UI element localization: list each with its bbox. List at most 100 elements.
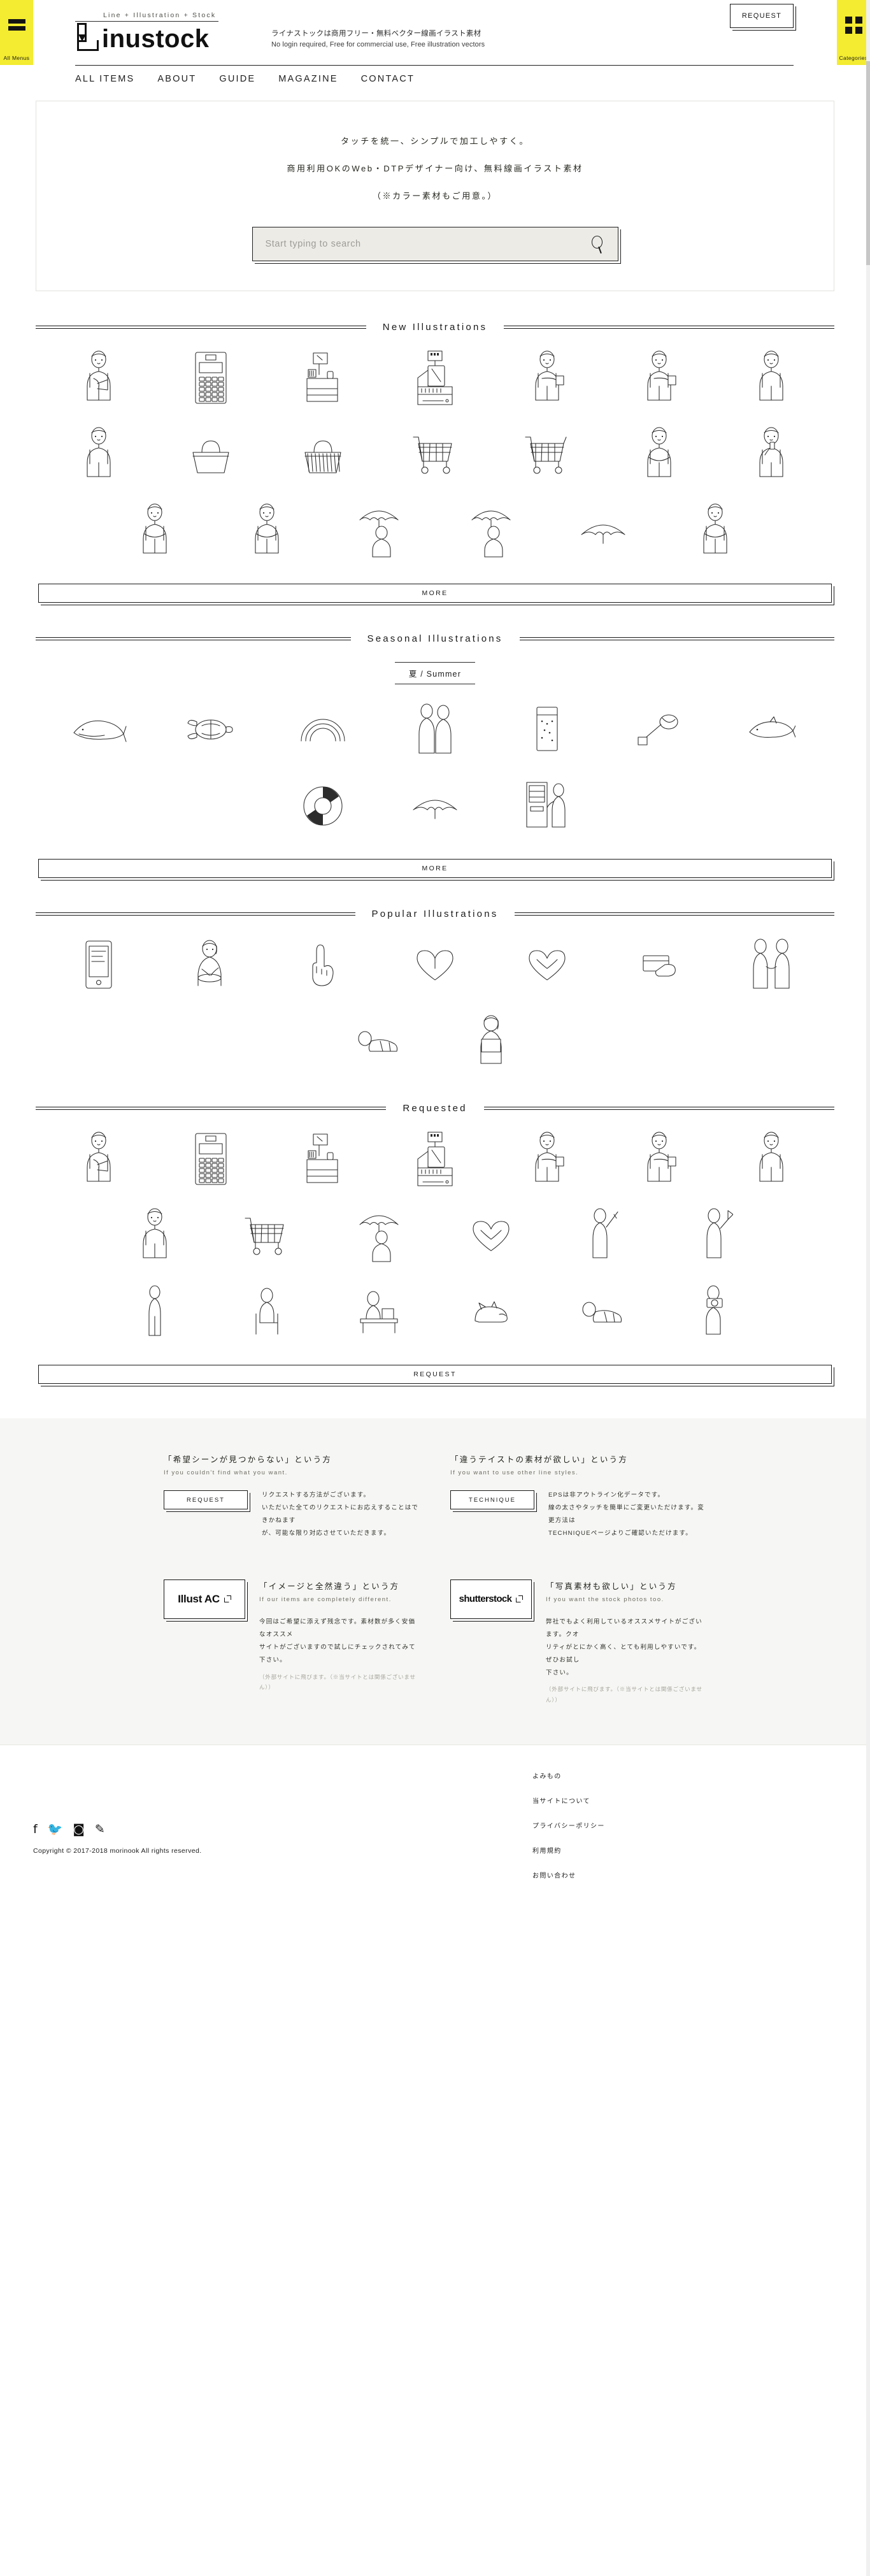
- illustration-person-crouching[interactable]: [659, 500, 771, 562]
- illustration-lifebuoy[interactable]: [267, 775, 379, 837]
- logo-tagline: Line + Illustration + Stock: [75, 11, 218, 22]
- illustration-woman-holding-card[interactable]: [603, 347, 715, 409]
- all-menus-rail[interactable]: All Menus: [0, 0, 33, 65]
- illustration-person-with-flag[interactable]: [659, 1204, 771, 1267]
- illustration-woman-arms-crossed[interactable]: [99, 500, 211, 562]
- illustration-person-standing-tall[interactable]: [99, 1281, 211, 1343]
- illustration-man-holding-card[interactable]: [491, 1128, 603, 1190]
- illustration-hand-holding-card[interactable]: [603, 933, 715, 996]
- illustration-woman-with-umbrella[interactable]: [323, 500, 435, 562]
- illustration-whale[interactable]: [43, 698, 155, 761]
- hero-search-panel: タッチを統一、シンプルで加工しやすく。 商用利用OKのWeb・DTPデザイナー向…: [36, 101, 834, 291]
- footer-link-privacy[interactable]: プライバシーポリシー: [532, 1820, 605, 1830]
- scrollbar-thumb[interactable]: [866, 61, 870, 265]
- illustration-woman-standing[interactable]: [99, 1204, 211, 1267]
- section-request-button[interactable]: REQUEST: [38, 1365, 832, 1384]
- illustration-person-with-cart[interactable]: [211, 1204, 323, 1267]
- illustration-shopping-basket-wire[interactable]: [267, 423, 379, 486]
- illustration-vending-machine-person[interactable]: [491, 775, 603, 837]
- illustration-row: [0, 996, 870, 1072]
- illustration-man-holding-card[interactable]: [491, 347, 603, 409]
- nav-item-magazine[interactable]: MAGAZINE: [278, 74, 338, 84]
- illustration-beach-parasol[interactable]: [547, 500, 659, 562]
- illustration-man-standing-hands-front[interactable]: [715, 1128, 827, 1190]
- illustration-sleeping-cat[interactable]: [435, 1281, 547, 1343]
- illustration-person-at-desk[interactable]: [323, 1281, 435, 1343]
- illustration-person-with-camera[interactable]: [659, 1281, 771, 1343]
- illustration-woman-thinking[interactable]: [603, 423, 715, 486]
- illustration-rainbow[interactable]: [267, 698, 379, 761]
- illustration-woman-holding-sign[interactable]: [435, 1010, 547, 1072]
- illustration-man-standing-hands-front[interactable]: [715, 347, 827, 409]
- twitter-icon[interactable]: 🐦: [48, 1823, 63, 1836]
- illustration-pos-terminal-small[interactable]: [267, 347, 379, 409]
- illustration-heart-hands-two[interactable]: [435, 1204, 547, 1267]
- header-request-button[interactable]: REQUEST: [730, 4, 794, 28]
- illustration-beach-parasol[interactable]: [379, 775, 491, 837]
- illustration-hand-pointing[interactable]: [267, 933, 379, 996]
- shutterstock-link-button[interactable]: shutterstock: [450, 1579, 532, 1619]
- illustration-person-with-umbrella[interactable]: [323, 1204, 435, 1267]
- section-more-button[interactable]: MORE: [38, 584, 832, 603]
- illustration-tablet-device[interactable]: [43, 933, 155, 996]
- footer-link-contact[interactable]: お問い合わせ: [532, 1870, 605, 1880]
- illustration-shaved-ice-bag[interactable]: [491, 698, 603, 761]
- hamburger-icon[interactable]: [8, 17, 25, 33]
- section-requested: Requested REQUEST: [0, 1103, 870, 1384]
- illustration-heart-hands-two[interactable]: [491, 933, 603, 996]
- magnifier-icon[interactable]: [590, 234, 606, 254]
- illustration-shopping-cart[interactable]: [379, 423, 491, 486]
- nav-item-about[interactable]: ABOUT: [157, 74, 196, 84]
- nav-item-contact[interactable]: CONTACT: [361, 74, 415, 84]
- cta-technique-button[interactable]: TECHNIQUE: [450, 1490, 534, 1509]
- illustration-woman-thinking-pose[interactable]: [211, 500, 323, 562]
- section-rule-left: [36, 326, 366, 329]
- illustration-couple-yukata[interactable]: [379, 698, 491, 761]
- illustration-person-lying-down[interactable]: [323, 1010, 435, 1072]
- page-scrollbar[interactable]: [866, 0, 870, 2576]
- footer-link-terms[interactable]: 利用規約: [532, 1845, 605, 1855]
- section-more-button[interactable]: MORE: [38, 859, 832, 878]
- illustration-person-with-umbrella[interactable]: [435, 500, 547, 562]
- site-logo[interactable]: Line + Illustration + Stock inustock: [75, 11, 253, 52]
- categories-rail[interactable]: Categories: [837, 0, 870, 65]
- search-input[interactable]: [264, 238, 590, 250]
- pen-icon[interactable]: ✎: [95, 1823, 105, 1836]
- illustration-person-lying[interactable]: [547, 1281, 659, 1343]
- illustration-cash-register[interactable]: [379, 347, 491, 409]
- illustration-person-with-rifle[interactable]: [547, 1204, 659, 1267]
- illustration-sea-turtle[interactable]: [155, 698, 267, 761]
- illustration-dolphin[interactable]: [715, 698, 827, 761]
- footer-link-about[interactable]: 当サイトについて: [532, 1795, 605, 1805]
- brand[interactable]: Line + Illustration + Stock inustock ライナ…: [75, 11, 794, 52]
- illustration-shopping-cart-side[interactable]: [491, 423, 603, 486]
- illustration-woman-eating[interactable]: [155, 933, 267, 996]
- nav-item-all-items[interactable]: ALL ITEMS: [75, 74, 134, 84]
- footer-link-yomimono[interactable]: よみもの: [532, 1771, 605, 1780]
- cta-request-button[interactable]: REQUEST: [164, 1490, 248, 1509]
- illustration-pos-terminal-small[interactable]: [267, 1128, 379, 1190]
- search-box[interactable]: [252, 227, 618, 261]
- illustration-shopping-basket[interactable]: [155, 423, 267, 486]
- facebook-icon[interactable]: f: [33, 1823, 38, 1836]
- illustration-calculator-device[interactable]: [155, 347, 267, 409]
- sections-host: New Illustrations MORE Seasonal Illustra…: [0, 322, 870, 1384]
- illustration-cash-register[interactable]: [379, 1128, 491, 1190]
- illustac-link-button[interactable]: Illust AC: [164, 1579, 245, 1619]
- instagram-icon[interactable]: ◙: [73, 1823, 84, 1836]
- illustration-calculator-device[interactable]: [155, 1128, 267, 1190]
- illustration-person-sitting-chair[interactable]: [211, 1281, 323, 1343]
- grid-squares-icon[interactable]: [845, 17, 862, 34]
- illustration-woman-holding-card[interactable]: [603, 1128, 715, 1190]
- illustration-heart-hands[interactable]: [379, 933, 491, 996]
- illustration-woman-standing[interactable]: [43, 423, 155, 486]
- site-header: Line + Illustration + Stock inustock ライナ…: [0, 0, 870, 84]
- nav-item-guide[interactable]: GUIDE: [219, 74, 255, 84]
- illustration-woman-phone-call[interactable]: [715, 423, 827, 486]
- illustration-couple-holding-hands[interactable]: [715, 933, 827, 996]
- illustration-person-holding-calculator[interactable]: [43, 1128, 155, 1190]
- illustration-person-holding-calculator[interactable]: [43, 347, 155, 409]
- section-header: Seasonal Illustrations: [36, 633, 835, 644]
- cta-body-line: TECHNIQUEページよりご確認いただけます。: [548, 1529, 692, 1537]
- illustration-butterfly-net[interactable]: [603, 698, 715, 761]
